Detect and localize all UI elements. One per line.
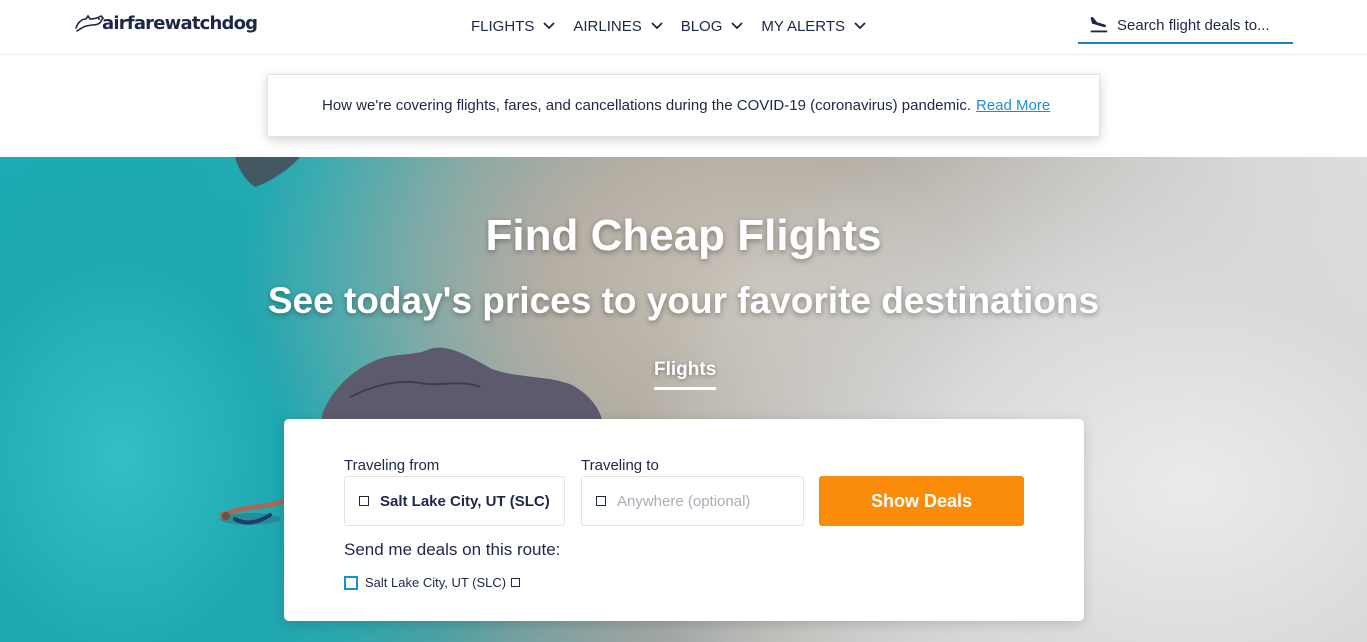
from-label: Traveling from	[344, 457, 440, 474]
header-search	[1078, 8, 1293, 44]
to-field[interactable]: Anywhere (optional)	[581, 476, 804, 526]
to-label: Traveling to	[581, 457, 659, 474]
notice-text: How we're covering flights, fares, and c…	[322, 97, 971, 114]
nav-airlines-label: AIRLINES	[573, 17, 642, 35]
route-label: Salt Lake City, UT (SLC)	[365, 575, 507, 590]
chevron-down-icon	[651, 22, 663, 30]
covid-notice: How we're covering flights, fares, and c…	[267, 74, 1100, 137]
nav-blog[interactable]: BLOG	[681, 18, 744, 35]
nav-flights-label: FLIGHTS	[471, 17, 535, 35]
show-deals-button[interactable]: Show Deals	[819, 476, 1024, 526]
hero-subtitle: See today's prices to your favorite dest…	[267, 280, 1100, 321]
nav-my-alerts[interactable]: MY ALERTS	[761, 18, 866, 35]
route-checkbox[interactable]	[344, 575, 358, 590]
read-more-link[interactable]: Read More	[976, 97, 1050, 114]
location-icon	[359, 496, 369, 506]
logo-text: airfarewatchdog	[102, 12, 258, 34]
chevron-down-icon	[731, 22, 744, 30]
route-option: Salt Lake City, UT (SLC)	[344, 575, 521, 590]
to-placeholder: Anywhere (optional)	[617, 492, 751, 510]
chevron-down-icon	[854, 22, 866, 30]
main-nav: FLIGHTS AIRLINES BLOG MY ALERTS	[471, 0, 884, 52]
from-value: Salt Lake City, UT (SLC)	[380, 492, 550, 510]
chevron-down-icon	[543, 22, 555, 30]
flight-search-input[interactable]	[1117, 16, 1292, 34]
logo[interactable]: airfarewatchdog	[74, 10, 258, 36]
nav-flights[interactable]: FLIGHTS	[471, 18, 555, 35]
hero-title: Find Cheap Flights	[485, 211, 882, 260]
plane-landing-icon	[1090, 16, 1108, 33]
site-header: airfarewatchdog FLIGHTS AIRLINES BLOG MY…	[0, 0, 1367, 55]
nav-blog-label: BLOG	[680, 17, 723, 35]
square-icon	[511, 578, 521, 587]
nav-my-alerts-label: MY ALERTS	[761, 17, 846, 35]
location-icon	[596, 496, 606, 506]
from-field[interactable]: Salt Lake City, UT (SLC)	[344, 476, 565, 526]
nav-airlines[interactable]: AIRLINES	[573, 17, 663, 35]
deals-label: Send me deals on this route:	[344, 540, 561, 559]
hero-section: Find Cheap Flights See today's prices to…	[0, 157, 1367, 642]
tab-flights[interactable]: Flights	[654, 359, 717, 390]
search-card: Traveling from Salt Lake City, UT (SLC) …	[284, 419, 1084, 621]
